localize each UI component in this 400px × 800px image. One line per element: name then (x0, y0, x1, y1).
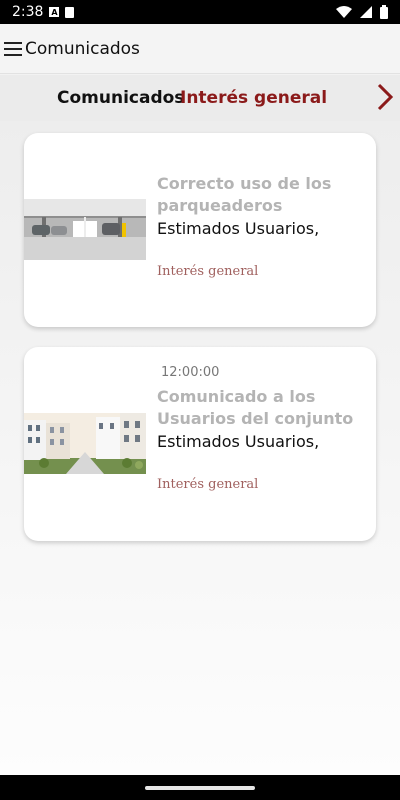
signal-icon (360, 6, 372, 18)
card-body: Estimados Usuarios, (157, 432, 320, 451)
wifi-icon (336, 6, 352, 18)
sd-card-icon (65, 6, 75, 18)
list-item[interactable]: Correcto uso de los parqueaderos Estimad… (24, 133, 376, 327)
apartment-buildings-image (24, 413, 146, 474)
card-category: Interés general (157, 264, 259, 279)
tab-interes-general[interactable]: Interés general (180, 88, 327, 108)
battery-icon (380, 5, 388, 19)
card-body: Estimados Usuarios, (157, 219, 320, 238)
card-title: Comunicado a los Usuarios del conjunto (157, 387, 354, 428)
tab-bar: Comunicados Interés general (0, 75, 400, 121)
system-nav-bar (0, 775, 400, 800)
tab-comunicados[interactable]: Comunicados (57, 88, 184, 108)
app-bar: Comunicados (0, 24, 400, 74)
status-time: 2:38 (12, 4, 44, 20)
chevron-right-icon[interactable] (376, 83, 394, 111)
app-title: Comunicados (25, 38, 140, 59)
list-item[interactable]: 12:00:00 Comunicado a los Usuarios del c… (24, 347, 376, 541)
card-category: Interés general (157, 477, 259, 492)
home-indicator[interactable] (145, 786, 255, 790)
card-title: Correcto uso de los parqueaderos (157, 174, 332, 215)
menu-icon[interactable] (4, 41, 22, 56)
content-list: Correcto uso de los parqueaderos Estimad… (0, 121, 400, 775)
a-icon: A (49, 7, 60, 17)
status-bar: 2:38 A (0, 0, 400, 24)
card-time: 12:00:00 (161, 365, 220, 380)
parking-garage-image (24, 199, 146, 260)
